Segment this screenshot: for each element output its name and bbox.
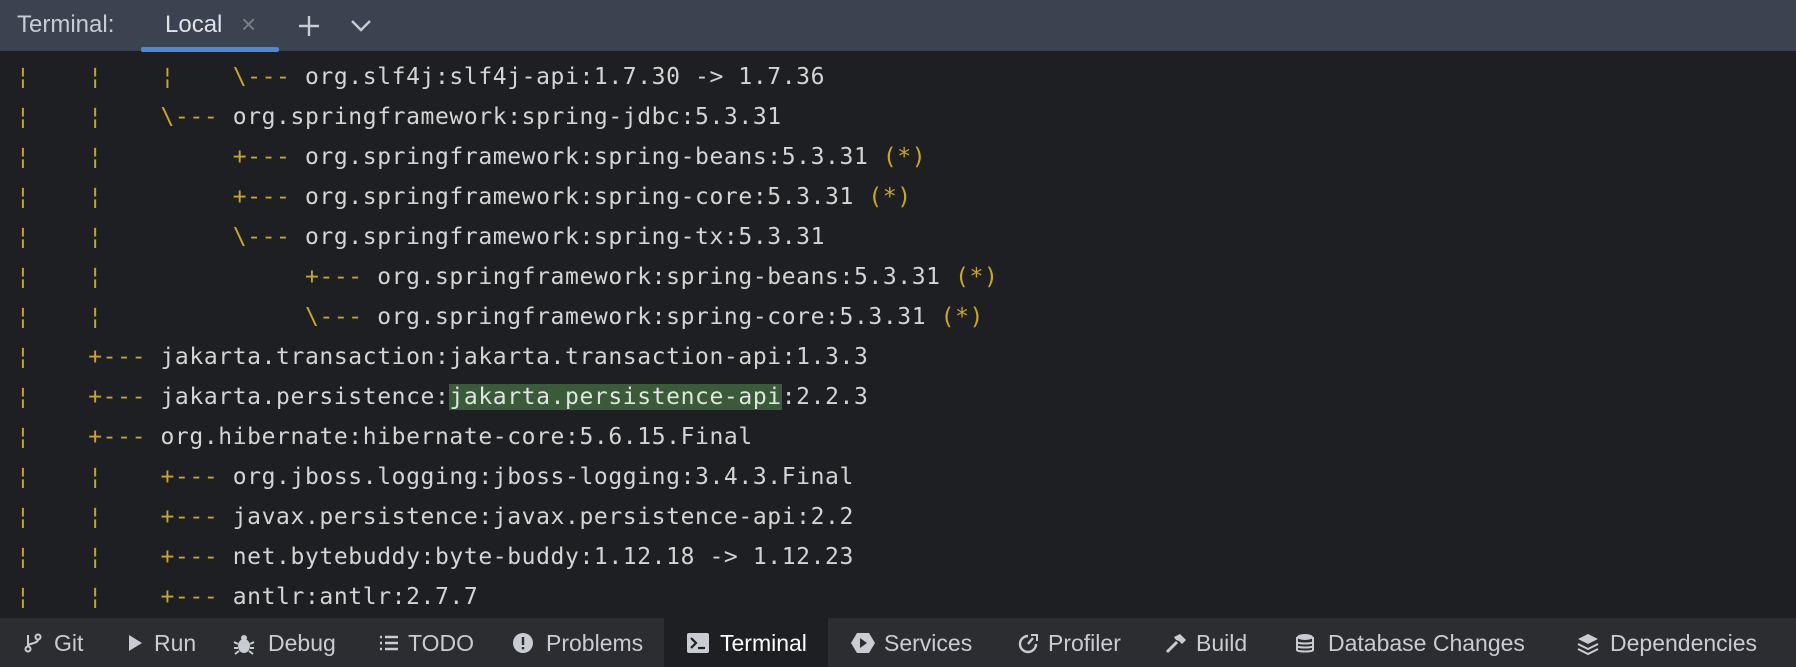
tool-terminal-label: Terminal <box>720 630 807 656</box>
tool-run-label: Run <box>154 630 197 656</box>
layers-icon <box>1577 634 1599 656</box>
terminal-line: ¦ +--- jakarta.persistence:jakarta.persi… <box>16 384 869 410</box>
tool-dependencies-label: Dependencies <box>1610 630 1758 656</box>
terminal-line: ¦ ¦ \--- org.springframework:spring-jdbc… <box>16 104 782 130</box>
database-icon <box>1296 634 1314 653</box>
tabs-dropdown-button[interactable] <box>343 6 379 44</box>
tab-local[interactable]: Local × <box>141 0 279 52</box>
terminal-header: Terminal: Local × <box>0 0 1796 52</box>
search-highlight: jakarta.persistence-api <box>449 384 782 410</box>
terminal-line: ¦ ¦ +--- javax.persistence:javax.persist… <box>16 504 854 530</box>
terminal-output[interactable]: ¦ ¦ ¦ \--- org.slf4j:slf4j-api:1.7.30 ->… <box>0 52 1796 617</box>
tool-terminal-button[interactable]: Terminal <box>664 618 828 667</box>
tool-git-button[interactable]: Git <box>10 618 90 667</box>
services-icon <box>851 633 875 653</box>
terminal-line: ¦ ¦ +--- org.springframework:spring-core… <box>16 184 912 210</box>
terminal-line: ¦ ¦ ¦ \--- org.slf4j:slf4j-api:1.7.30 ->… <box>16 64 826 90</box>
tool-problems-label: Problems <box>546 630 644 656</box>
profiler-icon <box>1018 634 1038 654</box>
chevron-down-icon <box>351 20 371 32</box>
terminal-line: ¦ +--- jakarta.transaction:jakarta.trans… <box>16 344 869 370</box>
terminal-line: ¦ ¦ +--- org.jboss.logging:jboss-logging… <box>16 464 854 490</box>
tool-debug-button[interactable]: Debug <box>224 618 344 667</box>
terminal-line: ¦ ¦ \--- org.springframework:spring-core… <box>16 304 984 330</box>
terminal-line: ¦ ¦ \--- org.springframework:spring-tx:5… <box>16 224 826 250</box>
tool-problems-button[interactable]: Problems <box>504 618 654 667</box>
tool-build-label: Build <box>1196 630 1248 656</box>
tool-run-button[interactable]: Run <box>112 618 202 667</box>
plus-icon <box>299 16 319 36</box>
tool-window-bar: Git Run Debug TODO Problems Terminal Ser… <box>0 617 1796 667</box>
tool-database-changes-label: Database Changes <box>1328 630 1525 656</box>
tool-profiler-label-visible: Profiler <box>1048 630 1121 656</box>
list-icon <box>380 635 398 651</box>
hammer-icon <box>1165 634 1186 654</box>
tool-todo-button[interactable]: TODO <box>368 618 478 667</box>
tool-window-title: Terminal: <box>17 11 115 38</box>
tool-dependencies-button[interactable]: Dependencies <box>1570 618 1770 667</box>
tool-debug-label: Debug <box>268 630 336 656</box>
tab-local-label: Local <box>165 11 223 38</box>
terminal-line: ¦ ¦ +--- net.bytebuddy:byte-buddy:1.12.1… <box>16 544 854 570</box>
git-branch-icon <box>24 633 42 653</box>
run-icon <box>129 635 142 651</box>
tool-git-label: Git <box>54 630 84 656</box>
terminal-line: ¦ ¦ +--- org.springframework:spring-bean… <box>16 144 927 170</box>
tool-build-button[interactable]: Build <box>1160 618 1270 667</box>
new-tab-button[interactable] <box>291 6 327 44</box>
terminal-line: ¦ +--- org.hibernate:hibernate-core:5.6.… <box>16 424 753 450</box>
tool-services-button[interactable]: Services <box>844 618 994 667</box>
terminal-line: ¦ ¦ +--- org.springframework:spring-bean… <box>16 264 999 290</box>
bug-icon <box>233 635 255 655</box>
terminal-icon <box>687 633 709 653</box>
terminal-line: ¦ ¦ +--- antlr:antlr:2.7.7 <box>16 584 479 610</box>
tool-profiler-button[interactable]: Profiler <box>1012 618 1142 667</box>
tool-services-label: Services <box>884 630 973 656</box>
problems-icon <box>513 633 533 653</box>
tool-database-changes-button[interactable]: Database Changes <box>1290 618 1530 667</box>
close-icon[interactable]: × <box>241 9 256 40</box>
tool-todo-label: TODO <box>408 630 475 656</box>
